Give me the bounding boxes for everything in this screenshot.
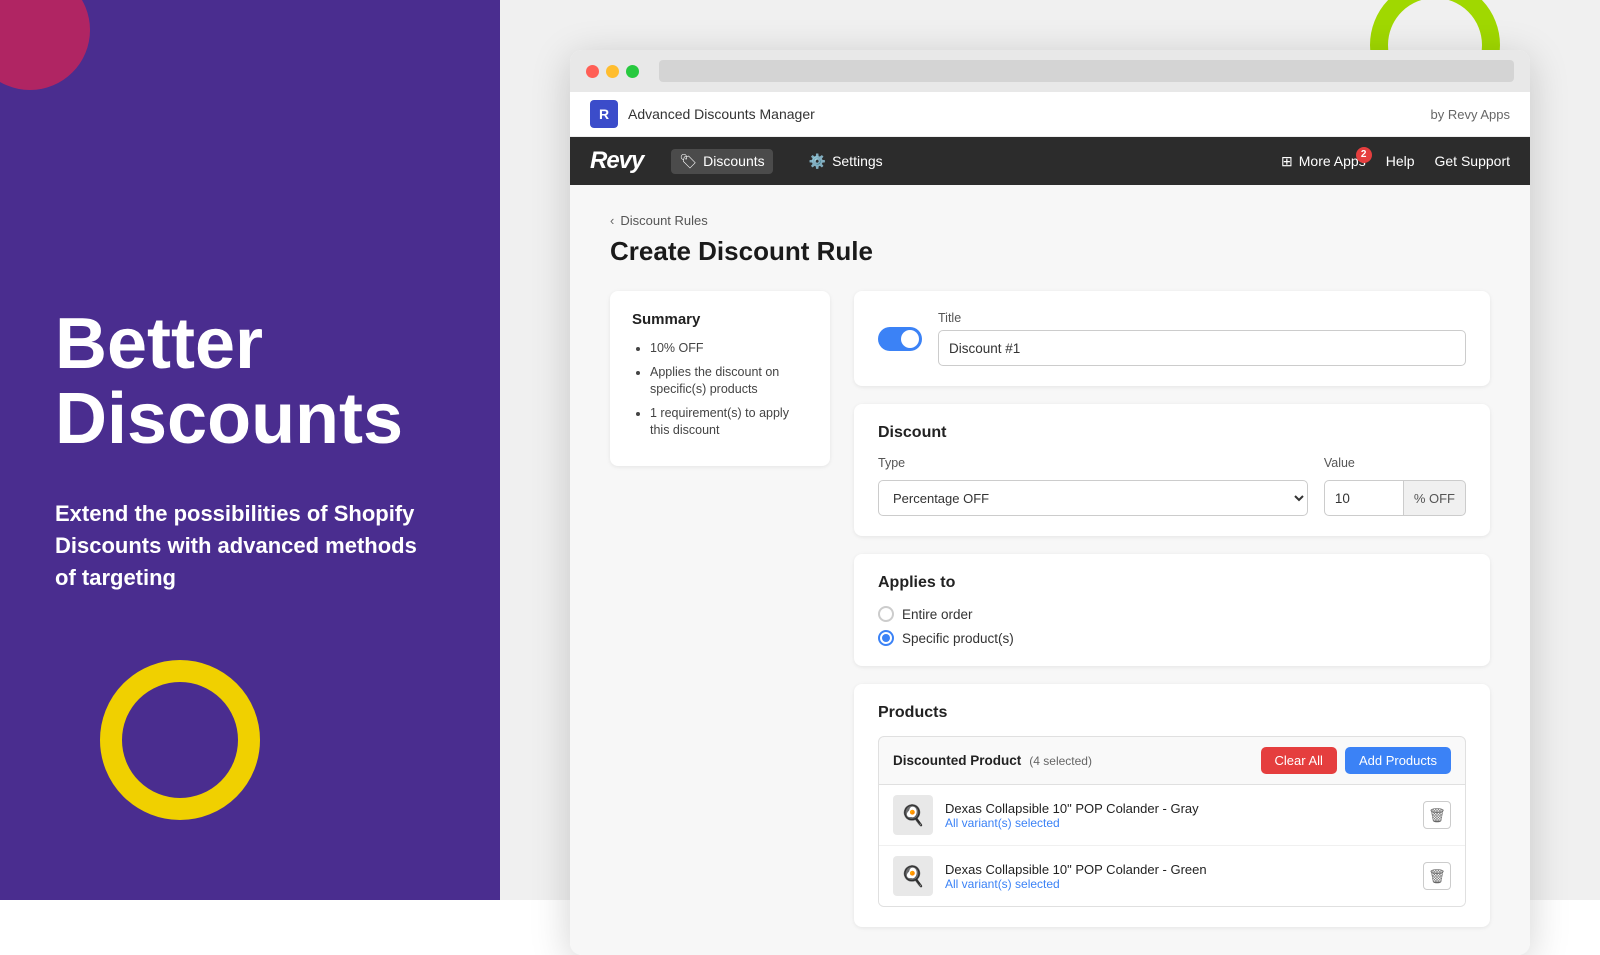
value-field: Value % OFF	[1324, 456, 1466, 516]
selected-count: (4 selected)	[1029, 754, 1092, 768]
title-field-wrap: Title	[938, 311, 1466, 366]
browser-window: R Advanced Discounts Manager by Revy App…	[570, 50, 1530, 955]
settings-label: Settings	[832, 153, 883, 169]
app-top-bar: R Advanced Discounts Manager by Revy App…	[570, 92, 1530, 137]
summary-list: 10% OFF Applies the discount on specific…	[632, 340, 808, 440]
toggle-knob	[901, 330, 919, 348]
title-input[interactable]	[938, 330, 1466, 366]
value-row: % OFF	[1324, 480, 1466, 516]
title-card: Title	[854, 291, 1490, 386]
applies-to-card: Applies to Entire order Specific product…	[854, 554, 1490, 666]
nav-item-settings[interactable]: ⚙️ Settings	[801, 149, 891, 174]
applies-to-title: Applies to	[878, 574, 1466, 592]
page-title: Create Discount Rule	[610, 236, 1490, 267]
specific-products-label: Specific product(s)	[902, 631, 1014, 646]
product-thumb-1: 🍳	[893, 795, 933, 835]
product-variant-2: All variant(s) selected	[945, 877, 1411, 891]
value-label: Value	[1324, 456, 1466, 470]
products-actions: Clear All Add Products	[1261, 747, 1451, 774]
main-content: ‹ Discount Rules Create Discount Rule Su…	[570, 185, 1530, 955]
summary-item-3: 1 requirement(s) to apply this discount	[650, 405, 808, 440]
products-header-bar: Discounted Product (4 selected) Clear Al…	[878, 736, 1466, 785]
discount-fields-row: Type Percentage OFF Value % OFF	[878, 456, 1466, 516]
app-name: Advanced Discounts Manager	[628, 106, 815, 122]
applies-to-radio-group: Entire order Specific product(s)	[878, 606, 1466, 646]
entire-order-label: Entire order	[902, 607, 973, 622]
product-row: 🍳 Dexas Collapsible 10" POP Colander - G…	[879, 846, 1465, 906]
dot-yellow[interactable]	[606, 65, 619, 78]
enabled-toggle[interactable]	[878, 327, 922, 351]
title-row: Title	[878, 311, 1466, 366]
type-select[interactable]: Percentage OFF	[878, 480, 1308, 516]
dot-red[interactable]	[586, 65, 599, 78]
nav-item-discounts[interactable]: 🏷 Discounts	[671, 149, 772, 174]
discounts-label: Discounts	[703, 153, 764, 169]
decorative-circle-yellow	[100, 660, 260, 820]
browser-dots	[586, 65, 639, 78]
right-panel: R Advanced Discounts Manager by Revy App…	[500, 0, 1600, 900]
type-field: Type Percentage OFF	[878, 456, 1308, 516]
gear-icon: ⚙️	[809, 153, 826, 170]
nav-bar-right: ⊞ More Apps 2 Help Get Support	[1281, 153, 1510, 170]
title-label: Title	[938, 311, 1466, 325]
product-row: 🍳 Dexas Collapsible 10" POP Colander - G…	[879, 785, 1465, 846]
hero-subtitle: Extend the possibilities of Shopify Disc…	[55, 498, 435, 594]
nav-bar-left: Revy 🏷 Discounts ⚙️ Settings	[590, 147, 891, 175]
chevron-left-icon: ‹	[610, 213, 614, 228]
summary-card: Summary 10% OFF Applies the discount on …	[610, 291, 830, 466]
discount-card: Discount Type Percentage OFF Value	[854, 404, 1490, 536]
two-column-layout: Summary 10% OFF Applies the discount on …	[610, 291, 1490, 927]
app-top-bar-left: R Advanced Discounts Manager	[590, 100, 815, 128]
radio-specific-products[interactable]: Specific product(s)	[878, 630, 1466, 646]
product-name-1: Dexas Collapsible 10" POP Colander - Gra…	[945, 801, 1411, 816]
more-apps-button[interactable]: ⊞ More Apps 2	[1281, 153, 1366, 170]
left-panel: Better Discounts Extend the possibilitie…	[0, 0, 500, 900]
value-input[interactable]	[1324, 480, 1404, 516]
radio-circle-entire	[878, 606, 894, 622]
nav-logo: Revy	[590, 147, 643, 175]
clear-all-button[interactable]: Clear All	[1261, 747, 1337, 774]
tag-icon: 🏷	[679, 153, 697, 170]
more-apps-badge: 2	[1356, 147, 1372, 163]
address-bar[interactable]	[659, 60, 1514, 82]
summary-item-2: Applies the discount on specific(s) prod…	[650, 364, 808, 399]
grid-icon: ⊞	[1281, 153, 1293, 170]
discounted-product-text: Discounted Product	[893, 753, 1021, 768]
product-variant-1: All variant(s) selected	[945, 816, 1411, 830]
help-link[interactable]: Help	[1386, 153, 1415, 169]
nav-bar: Revy 🏷 Discounts ⚙️ Settings ⊞ More Apps…	[570, 137, 1530, 185]
browser-chrome	[570, 50, 1530, 92]
product-info-1: Dexas Collapsible 10" POP Colander - Gra…	[945, 801, 1411, 830]
breadcrumb-link[interactable]: Discount Rules	[620, 213, 707, 228]
discounted-product-label: Discounted Product (4 selected)	[893, 753, 1092, 768]
hero-title: Better Discounts	[55, 307, 445, 458]
dot-green-chrome[interactable]	[626, 65, 639, 78]
app-icon: R	[590, 100, 618, 128]
add-products-button[interactable]: Add Products	[1345, 747, 1451, 774]
summary-item-1: 10% OFF	[650, 340, 808, 358]
breadcrumb: ‹ Discount Rules	[610, 213, 1490, 228]
support-link[interactable]: Get Support	[1435, 153, 1511, 169]
product-info-2: Dexas Collapsible 10" POP Colander - Gre…	[945, 862, 1411, 891]
type-label: Type	[878, 456, 1308, 470]
value-suffix: % OFF	[1404, 480, 1466, 516]
products-section-title: Products	[878, 704, 1466, 722]
radio-circle-specific	[878, 630, 894, 646]
product-name-2: Dexas Collapsible 10" POP Colander - Gre…	[945, 862, 1411, 877]
radio-entire-order[interactable]: Entire order	[878, 606, 1466, 622]
product-list: 🍳 Dexas Collapsible 10" POP Colander - G…	[878, 785, 1466, 907]
product-thumb-2: 🍳	[893, 856, 933, 896]
products-card: Products Discounted Product (4 selected)…	[854, 684, 1490, 927]
product-delete-1[interactable]: 🗑	[1423, 801, 1451, 829]
summary-title: Summary	[632, 311, 808, 328]
decorative-circle-pink	[0, 0, 90, 90]
form-area: Title Discount Type Percentage	[854, 291, 1490, 927]
by-revy-text: by Revy Apps	[1431, 107, 1511, 122]
product-delete-2[interactable]: 🗑	[1423, 862, 1451, 890]
discount-section-title: Discount	[878, 424, 1466, 442]
